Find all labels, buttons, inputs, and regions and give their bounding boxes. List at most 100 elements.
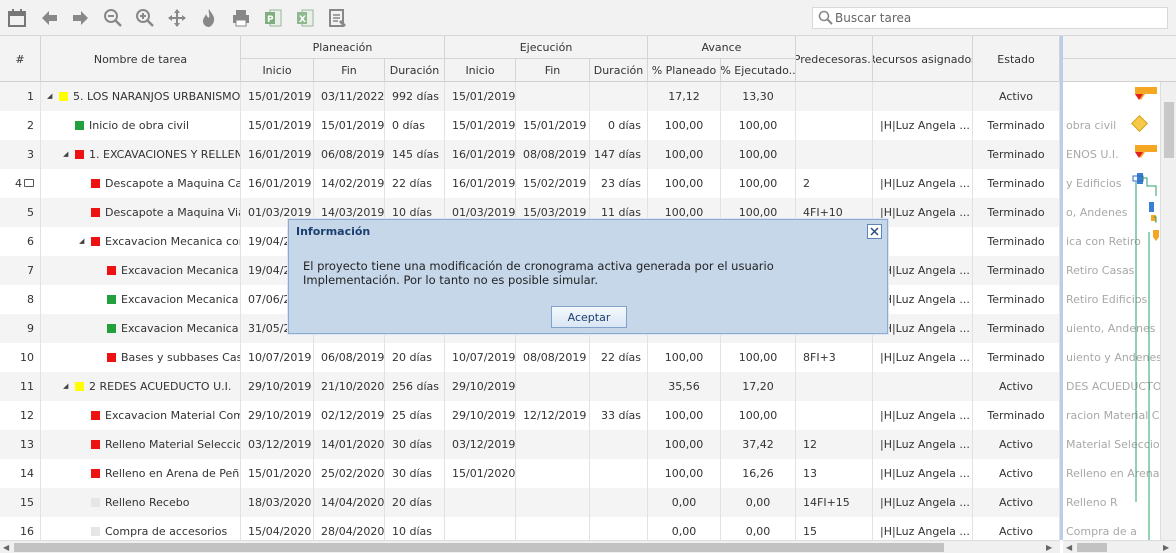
plan-inicio-cell[interactable]: 16/01/2019 xyxy=(241,169,314,198)
estado-cell[interactable]: Activo xyxy=(973,430,1060,459)
plan-inicio-cell[interactable]: 18/03/2020 xyxy=(241,488,314,517)
ejec-duracion-cell[interactable]: 33 días xyxy=(590,401,648,430)
estado-cell[interactable]: Terminado xyxy=(973,111,1060,140)
scroll-right-icon[interactable]: ▶ xyxy=(1046,541,1052,553)
plan-inicio-cell[interactable]: 15/01/2020 xyxy=(241,459,314,488)
col-header-recursos[interactable]: Recursos asignados xyxy=(873,36,973,82)
pct-ejecutado-cell[interactable]: 100,00 xyxy=(721,111,796,140)
ejec-fin-cell[interactable]: 15/02/2019 xyxy=(516,169,590,198)
row-number[interactable]: 1 xyxy=(0,82,41,111)
estado-cell[interactable]: Activo xyxy=(973,517,1060,540)
col-header-predecesoras[interactable]: Predecesoras.. xyxy=(796,36,873,82)
recursos-cell[interactable]: |H|Luz Angela ... xyxy=(873,285,973,314)
comment-icon[interactable] xyxy=(24,179,34,187)
table-row[interactable]: 14 Relleno en Arena de Peña 15/01/2020 25/0… xyxy=(0,459,1060,488)
pct-ejecutado-cell[interactable]: 0,00 xyxy=(721,517,796,540)
search-input[interactable] xyxy=(835,9,1155,27)
predecesoras-cell[interactable]: 8FI+3 xyxy=(796,343,873,372)
recursos-cell[interactable] xyxy=(873,140,973,169)
task-name-cell[interactable]: Relleno en Arena de Peña xyxy=(41,459,241,488)
row-number[interactable]: 11 xyxy=(0,372,41,401)
task-name-cell[interactable]: Excavacion Mecanica c xyxy=(41,314,241,343)
col-header-plan-inicio[interactable]: Inicio xyxy=(241,59,314,82)
plan-inicio-cell[interactable]: 03/12/2019 xyxy=(241,430,314,459)
pct-planeado-cell[interactable]: 100,00 xyxy=(648,401,721,430)
table-row[interactable]: 12 Excavacion Material Com 29/10/2019 02/12… xyxy=(0,401,1060,430)
gantt-milestone[interactable] xyxy=(1131,115,1148,132)
collapse-toggle-icon[interactable]: ◢ xyxy=(79,237,84,246)
row-number[interactable]: 3 xyxy=(0,140,41,169)
table-row[interactable]: 4 Descapote a Maquina Cas 16/01/2019 14/02/… xyxy=(0,169,1060,198)
plan-inicio-cell[interactable]: 29/10/2019 xyxy=(241,372,314,401)
gantt-task-bar[interactable] xyxy=(1151,215,1156,221)
ejec-duracion-cell[interactable] xyxy=(590,82,648,111)
estado-cell[interactable]: Activo xyxy=(973,459,1060,488)
predecesoras-cell[interactable] xyxy=(796,401,873,430)
task-name-cell[interactable]: Relleno Material Seleccion xyxy=(41,430,241,459)
task-name-cell[interactable]: Bases y subbases Cas xyxy=(41,343,241,372)
estado-cell[interactable]: Terminado xyxy=(973,401,1060,430)
arrow-left-icon[interactable] xyxy=(38,7,60,29)
fire-icon[interactable] xyxy=(198,7,220,29)
predecesoras-cell[interactable]: 13 xyxy=(796,459,873,488)
row-number[interactable]: 16 xyxy=(0,517,41,540)
table-row[interactable]: 3 ◢ 1. EXCAVACIONES Y RELLEN 16/01/2019 06/0… xyxy=(0,140,1060,169)
col-header-plan-duracion[interactable]: Duración xyxy=(385,59,445,82)
predecesoras-cell[interactable]: 12 xyxy=(796,430,873,459)
plan-fin-cell[interactable]: 15/01/2019 xyxy=(314,111,385,140)
pct-planeado-cell[interactable]: 35,56 xyxy=(648,372,721,401)
plan-fin-cell[interactable]: 03/11/2022 xyxy=(314,82,385,111)
pct-ejecutado-cell[interactable]: 100,00 xyxy=(721,343,796,372)
table-row[interactable]: 16 Compra de accesorios 15/04/2020 28/04/20… xyxy=(0,517,1060,540)
ejec-inicio-cell[interactable]: 29/10/2019 xyxy=(445,401,516,430)
ejec-inicio-cell[interactable] xyxy=(445,517,516,540)
ejec-fin-cell[interactable] xyxy=(516,372,590,401)
plan-duracion-cell[interactable]: 22 días xyxy=(385,169,445,198)
plan-duracion-cell[interactable]: 20 días xyxy=(385,488,445,517)
recursos-cell[interactable]: |H|Luz Angela ... xyxy=(873,169,973,198)
predecesoras-cell[interactable] xyxy=(796,111,873,140)
scrollbar-thumb[interactable] xyxy=(1077,543,1107,552)
ejec-fin-cell[interactable]: 15/01/2019 xyxy=(516,111,590,140)
plan-fin-cell[interactable]: 28/04/2020 xyxy=(314,517,385,540)
ejec-inicio-cell[interactable]: 15/01/2019 xyxy=(445,82,516,111)
pct-planeado-cell[interactable]: 100,00 xyxy=(648,111,721,140)
recursos-cell[interactable]: |H|Luz Angela ... xyxy=(873,488,973,517)
estado-cell[interactable]: Terminado xyxy=(973,227,1060,256)
task-name-cell[interactable]: Excavacion Mecanica c xyxy=(41,285,241,314)
recursos-cell[interactable]: |H|Luz Angela ... xyxy=(873,111,973,140)
row-number[interactable]: 5 xyxy=(0,198,41,227)
table-row[interactable]: 15 Relleno Recebo 18/03/2020 14/04/2020 20 d… xyxy=(0,488,1060,517)
ejec-fin-cell[interactable] xyxy=(516,430,590,459)
ejec-fin-cell[interactable]: 08/08/2019 xyxy=(516,140,590,169)
plan-fin-cell[interactable]: 21/10/2020 xyxy=(314,372,385,401)
predecesoras-cell[interactable]: 15 xyxy=(796,517,873,540)
pct-ejecutado-cell[interactable]: 16,26 xyxy=(721,459,796,488)
arrow-right-icon[interactable] xyxy=(70,7,92,29)
move-icon[interactable] xyxy=(166,7,188,29)
plan-duracion-cell[interactable]: 256 días xyxy=(385,372,445,401)
gantt-vertical-scrollbar[interactable] xyxy=(1160,82,1176,540)
ejec-inicio-cell[interactable]: 10/07/2019 xyxy=(445,343,516,372)
plan-inicio-cell[interactable]: 15/01/2019 xyxy=(241,82,314,111)
estado-cell[interactable]: Terminado xyxy=(973,169,1060,198)
predecesoras-cell[interactable] xyxy=(796,82,873,111)
plan-inicio-cell[interactable]: 16/01/2019 xyxy=(241,140,314,169)
plan-duracion-cell[interactable]: 145 días xyxy=(385,140,445,169)
col-header-pct-ejecutado[interactable]: % Ejecutado.. xyxy=(721,59,796,82)
task-name-cell[interactable]: Excavacion Material Com xyxy=(41,401,241,430)
pct-ejecutado-cell[interactable]: 13,30 xyxy=(721,82,796,111)
calendar-icon[interactable] xyxy=(6,7,28,29)
estado-cell[interactable]: Terminado xyxy=(973,140,1060,169)
task-name-cell[interactable]: Relleno Recebo xyxy=(41,488,241,517)
task-name-cell[interactable]: Compra de accesorios xyxy=(41,517,241,540)
pct-ejecutado-cell[interactable]: 17,20 xyxy=(721,372,796,401)
gantt-horizontal-scrollbar[interactable]: ◀ ▶ xyxy=(1063,540,1176,553)
scrollbar-thumb[interactable] xyxy=(1164,102,1174,158)
row-number[interactable]: 7 xyxy=(0,256,41,285)
collapse-toggle-icon[interactable]: ◢ xyxy=(63,382,68,391)
recursos-cell[interactable]: |H|Luz Angela ... xyxy=(873,517,973,540)
collapse-toggle-icon[interactable]: ◢ xyxy=(63,150,68,159)
col-header-ejec-fin[interactable]: Fin xyxy=(516,59,590,82)
pct-planeado-cell[interactable]: 17,12 xyxy=(648,82,721,111)
